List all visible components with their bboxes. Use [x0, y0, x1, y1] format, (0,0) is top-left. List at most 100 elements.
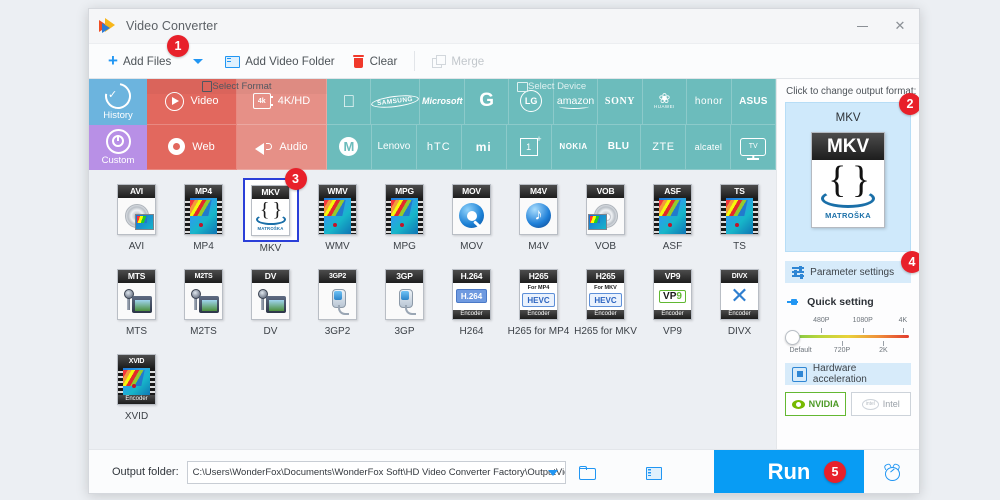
- format-tile-m2ts[interactable]: M2TS M2TS: [170, 263, 237, 348]
- merge-button[interactable]: Merge: [423, 44, 493, 78]
- codec-art: H.264: [453, 282, 490, 310]
- category-strip: History Custom Select Format: [89, 77, 777, 170]
- camcorder-art: [189, 288, 219, 314]
- amazon-logo: amazon: [556, 95, 595, 110]
- slider-label-480p: 480P: [813, 317, 830, 324]
- nokia-logo: NOKIA: [559, 142, 588, 152]
- slider-knob[interactable]: [785, 330, 801, 345]
- format-tile-3gp2[interactable]: 3GP2 3GP2: [304, 263, 371, 348]
- run-label: Run: [767, 459, 811, 484]
- quick-setting-label: Quick setting: [807, 296, 874, 308]
- select-format-header-label: Select Format: [212, 81, 272, 92]
- title-bar: Video Converter ✕: [89, 9, 919, 43]
- format-tile-mov[interactable]: MOV MOV: [438, 178, 505, 263]
- device-lenovo[interactable]: Lenovo: [371, 124, 417, 170]
- device-zte[interactable]: ZTE: [641, 124, 687, 170]
- nvidia-toggle[interactable]: NVIDIA: [785, 392, 846, 416]
- format-category-audio[interactable]: Audio: [237, 124, 327, 170]
- close-button[interactable]: ✕: [881, 9, 919, 43]
- format-tile-mkv[interactable]: MKV { } MATROŠKA 3 MKV: [237, 168, 307, 263]
- nvidia-icon: [791, 399, 805, 409]
- format-tile-h264[interactable]: H.264 H.264 Encoder H264: [438, 263, 505, 348]
- device-oneplus[interactable]: 1: [506, 124, 552, 170]
- slider-label-720p: 720P: [833, 347, 851, 354]
- format-tile-mp4[interactable]: MP4 MP4: [170, 178, 237, 263]
- open-output-folder-button[interactable]: [566, 450, 610, 493]
- media-library-button[interactable]: [632, 450, 676, 493]
- device-alcatel[interactable]: alcatel: [686, 124, 732, 170]
- format-tile-wmv[interactable]: WMV WMV: [304, 178, 371, 263]
- format-tile-ts[interactable]: TS TS: [706, 178, 773, 263]
- toolbar-divider: [414, 51, 416, 71]
- window-controls: ✕: [843, 9, 919, 43]
- device-motorola[interactable]: M: [327, 124, 372, 170]
- clear-button[interactable]: Clear: [344, 44, 407, 78]
- run-button[interactable]: Run 5: [714, 450, 864, 493]
- format-tile-label: H265 for MKV: [574, 326, 637, 337]
- slider-top-labels: 480P 1080P 4K: [787, 317, 909, 327]
- right-pane: Click to change output format: MKV MKV {…: [776, 79, 919, 449]
- format-tile-avi[interactable]: AVI AVI: [103, 178, 170, 263]
- format-tile-m4v[interactable]: M4V M4V: [505, 178, 572, 263]
- camcorder-art: [256, 288, 286, 314]
- format-badge: VOB: [587, 184, 624, 198]
- codec-subtitle: For MP4: [527, 285, 550, 291]
- format-tile-mpg[interactable]: MPG MPG: [371, 178, 438, 263]
- sliders-icon: [792, 265, 805, 279]
- intel-toggle[interactable]: intel Intel: [850, 392, 912, 416]
- format-tile-h265-mkv[interactable]: H265 For MKV HEVC Encoder H265 for MKV: [572, 263, 639, 348]
- format-tile-dv[interactable]: DV DV: [237, 263, 304, 348]
- output-folder-label: Output folder:: [112, 466, 179, 478]
- plus-icon: +: [108, 51, 118, 70]
- format-tile-divx[interactable]: DIVX ✕ Encoder DIVX: [706, 263, 773, 348]
- add-files-dropdown-caret-icon[interactable]: [193, 58, 204, 64]
- format-tile-label: MOV: [460, 241, 483, 252]
- microsoft-logo: Microsoft: [421, 96, 463, 107]
- camcorder-art: [122, 288, 152, 314]
- device-htc[interactable]: hTC: [416, 124, 462, 170]
- quality-slider[interactable]: 480P 1080P 4K Default 720P 2K: [785, 317, 909, 357]
- format-tile-mts[interactable]: MTS MTS: [103, 263, 170, 348]
- format-badge: XVID: [118, 354, 155, 368]
- format-tile-h265-mp4[interactable]: H265 For MP4 HEVC Encoder H265 for MP4: [505, 263, 572, 348]
- output-folder-input[interactable]: C:\Users\WonderFox\Documents\WonderFox S…: [186, 460, 566, 484]
- format-tile-vob[interactable]: VOB VOB: [572, 178, 639, 263]
- format-tile-label: M4V: [528, 241, 549, 252]
- output-format-card[interactable]: MKV MKV { } MATROŠKA 2: [785, 93, 919, 252]
- format-tile-label: TS: [733, 241, 746, 252]
- category-sidebar: History Custom: [89, 77, 147, 170]
- asus-logo: ASUS: [739, 95, 768, 107]
- device-tv[interactable]: TV: [731, 124, 777, 170]
- minimize-button[interactable]: [843, 9, 881, 43]
- format-tile-label: WMV: [325, 241, 350, 252]
- device-blu[interactable]: BLU: [596, 124, 642, 170]
- format-badge: 3GP: [386, 269, 423, 283]
- alcatel-logo: alcatel: [694, 141, 723, 152]
- sidebar-item-custom[interactable]: Custom: [89, 124, 147, 170]
- device-nokia[interactable]: NOKIA: [551, 124, 597, 170]
- format-tile-label: DV: [263, 326, 278, 337]
- format-tile-xvid[interactable]: XVID Encoder XVID: [103, 348, 170, 433]
- codec-art: VP9: [654, 282, 691, 310]
- hardware-vendor-row: NVIDIA intel Intel: [785, 392, 912, 416]
- format-tile-3gp[interactable]: 3GP 3GP: [371, 263, 438, 348]
- parameter-settings-button[interactable]: Parameter settings 4: [785, 251, 919, 283]
- chevron-down-icon[interactable]: [547, 469, 558, 476]
- format-tile-vp9[interactable]: VP9 VP9 Encoder VP9: [639, 263, 706, 348]
- format-category-web[interactable]: Web: [147, 124, 237, 170]
- hardware-acceleration-button[interactable]: Hardware acceleration: [785, 363, 911, 385]
- app-title: Video Converter: [126, 19, 218, 33]
- matroska-art: { } MATROŠKA: [252, 198, 289, 235]
- add-video-folder-button[interactable]: Add Video Folder: [216, 44, 343, 78]
- schedule-button[interactable]: [864, 450, 919, 493]
- hardware-acceleration-label: Hardware acceleration: [812, 363, 867, 385]
- format-category-4khd-label: 4K/HD: [277, 95, 311, 108]
- app-window: Video Converter ✕ + Add Files Add Video …: [88, 8, 920, 494]
- film-art: [588, 213, 607, 230]
- main-body: History Custom Select Format: [89, 77, 919, 449]
- format-tile-asf[interactable]: ASF ASF: [639, 178, 706, 263]
- format-tile-label: 3GP2: [324, 326, 351, 337]
- device-xiaomi[interactable]: mi: [461, 124, 507, 170]
- device-icon: [517, 81, 529, 92]
- sidebar-item-history[interactable]: History: [89, 77, 147, 125]
